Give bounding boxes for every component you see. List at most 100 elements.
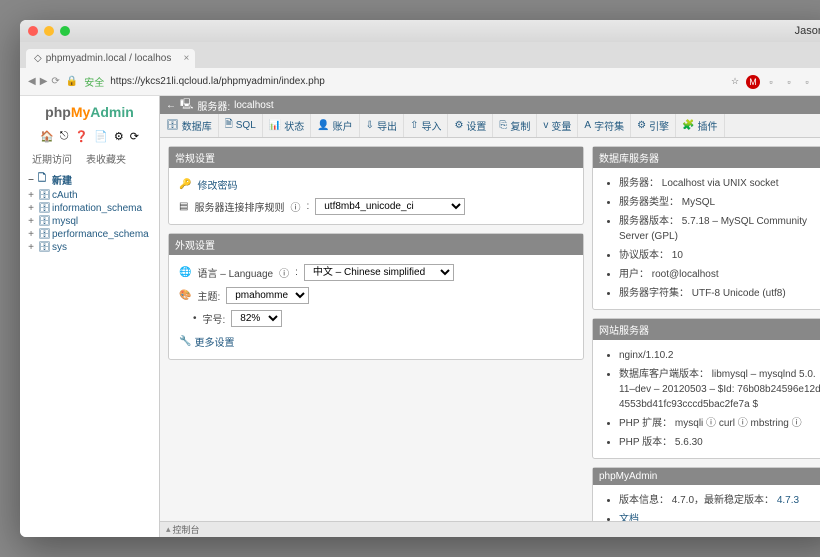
logout-icon[interactable]: ⎋ xyxy=(60,130,69,143)
info-item: nginx/1.10.2 xyxy=(619,346,820,365)
tab-import[interactable]: ⇧导入 xyxy=(404,114,448,137)
latest-version-link[interactable]: 4.7.3 xyxy=(777,495,799,506)
tab-plugins[interactable]: 🧩插件 xyxy=(676,114,724,137)
reload-sidebar-icon[interactable]: ⟳ xyxy=(130,130,139,143)
wrench-icon: 🔧 xyxy=(179,336,191,347)
url-field[interactable]: https://ykcs21li.qcloud.la/phpmyadmin/in… xyxy=(110,76,722,87)
info-item: PHP 版本： 5.6.30 xyxy=(619,433,820,452)
main: ← 🖳 服务器: localhost 🗄数据库 🗎SQL 📊状态 👤账户 ⇩导出… xyxy=(160,96,820,537)
info-item: 数据库客户端版本： libmysql – mysqlnd 5.0.11–dev … xyxy=(619,365,820,414)
titlebar: Jason xyxy=(20,20,820,42)
tab-accounts[interactable]: 👤账户 xyxy=(311,114,359,137)
db-item[interactable]: +🗄cAuth xyxy=(24,189,155,202)
window-controls xyxy=(28,26,70,36)
ext-icon-3[interactable]: ▫ xyxy=(782,75,796,89)
general-settings-panel: 常规设置 🔑修改密码 ▤ 服务器连接排序规则 ⓘ: utf8mb4_unicod… xyxy=(168,146,584,225)
address-bar: ◀ ▶ ⟳ 🔒 安全 https://ykcs21li.qcloud.la/ph… xyxy=(20,68,820,96)
language-select[interactable]: 中文 – Chinese simplified xyxy=(304,264,454,281)
collation-icon: ▤ xyxy=(179,201,188,212)
console-footer[interactable]: ▴ 控制台 xyxy=(160,521,820,537)
sql-icon[interactable]: 📄 xyxy=(94,130,108,143)
panel-header: phpMyAdmin xyxy=(593,468,820,485)
help-icon[interactable]: ⓘ xyxy=(279,265,289,280)
expand-console-icon[interactable]: ▴ xyxy=(166,524,171,535)
help-icon[interactable]: ⓘ xyxy=(290,199,300,214)
language-icon: 🌐 xyxy=(179,267,191,278)
star-icon[interactable]: ☆ xyxy=(728,75,742,89)
version-info: 版本信息： 4.7.0，最新稳定版本： 4.7.3 xyxy=(619,491,820,510)
db-server-panel: 数据库服务器 服务器： Localhost via UNIX socket 服务… xyxy=(592,146,820,310)
db-tree: –🗋新建 +🗄cAuth +🗄information_schema +🗄mysq… xyxy=(24,168,155,256)
minimize-window-button[interactable] xyxy=(44,26,54,36)
tab-bar: ◇ phpmyadmin.local / localhos × xyxy=(20,42,820,68)
tab-title: phpmyadmin.local / localhos xyxy=(46,53,172,64)
sidebar: phpMyAdmin 🏠 ⎋ ❓ 📄 ⚙ ⟳ 近期访问 表收藏夹 –🗋新建 +🗄… xyxy=(20,96,160,537)
tab-favicon: ◇ xyxy=(34,53,42,64)
browser-window: Jason ◇ phpmyadmin.local / localhos × ◀ … xyxy=(20,20,820,537)
db-item[interactable]: +🗄performance_schema xyxy=(24,228,155,241)
tab-sql[interactable]: 🗎SQL xyxy=(219,114,263,137)
info-item: 服务器字符集： UTF-8 Unicode (utf8) xyxy=(619,284,820,303)
info-item: 服务器类型： MySQL xyxy=(619,193,820,212)
panel-header: 外观设置 xyxy=(169,234,583,255)
theme-select[interactable]: pmahomme xyxy=(226,287,309,304)
favorites-label[interactable]: 表收藏夹 xyxy=(82,149,130,168)
tab-export[interactable]: ⇩导出 xyxy=(360,114,404,137)
pma-panel: phpMyAdmin 版本信息： 4.7.0，最新稳定版本： 4.7.3 文档 … xyxy=(592,467,820,521)
content: phpMyAdmin 🏠 ⎋ ❓ 📄 ⚙ ⟳ 近期访问 表收藏夹 –🗋新建 +🗄… xyxy=(20,96,820,537)
maximize-window-button[interactable] xyxy=(60,26,70,36)
fontsize-select[interactable]: 82% xyxy=(231,310,282,327)
forward-icon[interactable]: ▶ xyxy=(40,76,48,87)
key-icon: 🔑 xyxy=(179,179,191,190)
appearance-settings-panel: 外观设置 🌐 语言 – Language ⓘ: 中文 – Chinese sim… xyxy=(168,233,584,360)
language-label: 语言 – Language xyxy=(197,265,273,280)
docs-icon[interactable]: ❓ xyxy=(74,130,88,143)
more-settings-link[interactable]: 🔧更多设置 xyxy=(179,330,234,353)
ext-icon-1[interactable]: M xyxy=(746,75,760,89)
info-item: 服务器： Localhost via UNIX socket xyxy=(619,174,820,193)
change-password-link[interactable]: 修改密码 xyxy=(197,177,237,192)
tab-engines[interactable]: ⚙引擎 xyxy=(631,114,676,137)
new-db-link[interactable]: –🗋新建 xyxy=(24,170,155,189)
ext-icon-4[interactable]: ▫ xyxy=(800,75,814,89)
lock-icon: 🔒 xyxy=(66,76,78,87)
info-item: 用户： root@localhost xyxy=(619,265,820,284)
tab-replication[interactable]: ⎘复制 xyxy=(493,114,537,137)
info-item: 协议版本： 10 xyxy=(619,246,820,265)
tab-variables[interactable]: v变量 xyxy=(537,114,578,137)
db-item[interactable]: +🗄information_schema xyxy=(24,202,155,215)
panel-header: 数据库服务器 xyxy=(593,147,820,168)
reload-icon[interactable]: ⟳ xyxy=(51,76,59,87)
browser-tab[interactable]: ◇ phpmyadmin.local / localhos × xyxy=(26,49,195,68)
nav-buttons: ◀ ▶ ⟳ xyxy=(28,76,60,87)
db-item[interactable]: +🗄sys xyxy=(24,241,155,254)
info-item: 服务器版本： 5.7.18 – MySQL Community Server (… xyxy=(619,212,820,246)
tab-settings[interactable]: ⚙设置 xyxy=(448,114,493,137)
extension-icons: ☆ M ▫ ▫ ▫ ⋮ xyxy=(728,75,820,89)
window-user: Jason xyxy=(70,25,820,37)
secure-label: 安全 xyxy=(84,74,104,89)
breadcrumb: ← 🖳 服务器: localhost xyxy=(160,96,820,114)
theme-icon: 🎨 xyxy=(179,290,191,301)
recent-label[interactable]: 近期访问 xyxy=(28,149,76,168)
ext-icon-2[interactable]: ▫ xyxy=(764,75,778,89)
tab-databases[interactable]: 🗄数据库 xyxy=(160,114,219,137)
nav-collapse-icon[interactable]: ← xyxy=(166,100,176,111)
tab-status[interactable]: 📊状态 xyxy=(263,114,311,137)
back-icon[interactable]: ◀ xyxy=(28,76,36,87)
db-item[interactable]: +🗄mysql xyxy=(24,215,155,228)
panel-header: 网站服务器 xyxy=(593,319,820,340)
settings-icon[interactable]: ⚙ xyxy=(114,130,124,143)
close-window-button[interactable] xyxy=(28,26,38,36)
collation-label: 服务器连接排序规则 xyxy=(194,199,284,214)
pma-link[interactable]: 文档 xyxy=(619,514,639,521)
close-tab-icon[interactable]: × xyxy=(183,53,189,64)
panel-header: 常规设置 xyxy=(169,147,583,168)
server-icon: 🖳 xyxy=(180,97,193,114)
tab-charsets[interactable]: A字符集 xyxy=(578,114,631,137)
logo: phpMyAdmin xyxy=(24,100,155,128)
theme-label: 主题: xyxy=(197,288,220,303)
home-icon[interactable]: 🏠 xyxy=(40,130,54,143)
info-item: PHP 扩展： mysqli ⓘ curl ⓘ mbstring ⓘ xyxy=(619,414,820,433)
collation-select[interactable]: utf8mb4_unicode_ci xyxy=(315,198,465,215)
